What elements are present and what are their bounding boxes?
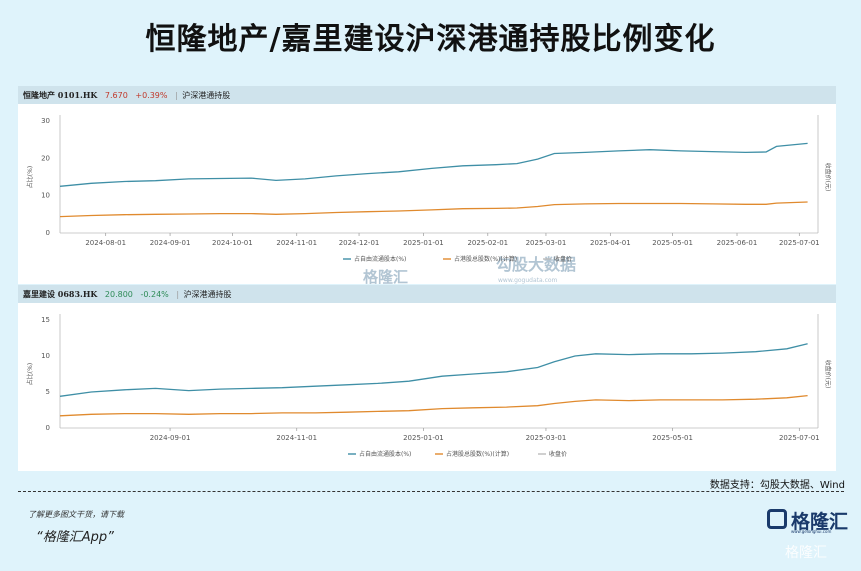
- y2-axis-title: 收盘价(元): [824, 163, 832, 192]
- x-tick-label: 2024-08-01: [85, 239, 126, 247]
- y-tick-label: 30: [41, 117, 50, 125]
- y-axis-title: 占比(%): [26, 363, 34, 385]
- line-chart-2: 0 5 10 15 占比(%) 收盘价(元) 2024-09-01 2024-11-01 202…: [26, 314, 832, 458]
- x-tick-label: 2025-06-01: [717, 239, 758, 247]
- panel-header: 恒隆地产 0101.HK 7.670 +0.39% | 沪深港通持股: [18, 86, 836, 104]
- series-line: [59, 142, 808, 187]
- series-line: [59, 201, 808, 218]
- stock-name: 嘉里建设 0683.HK: [23, 289, 98, 299]
- legend-label: 收盘价: [554, 255, 572, 263]
- divider-bar: |: [175, 91, 178, 100]
- stock-price: 7.670: [104, 91, 128, 100]
- y-tick-label: 0: [46, 229, 50, 237]
- page-title: 恒隆地产/嘉里建设沪深港通持股比例变化: [145, 22, 716, 57]
- y-tick-label: 10: [41, 352, 50, 360]
- chart-panel-1: 恒隆地产 0101.HK 7.670 +0.39% | 沪深港通持股 格隆汇ww…: [18, 86, 836, 284]
- stock-name: 恒隆地产 0101.HK: [23, 90, 98, 100]
- y-tick-label: 15: [41, 316, 50, 324]
- x-tick-label: 2025-05-01: [652, 239, 693, 247]
- corner-watermark: 格隆汇: [785, 545, 827, 561]
- footer-prompt: 了解更多图文干货，请下载: [28, 510, 124, 519]
- series-line: [59, 343, 808, 397]
- footer-divider: [18, 491, 844, 492]
- x-tick-label: 2025-05-01: [652, 434, 693, 442]
- series-line: [59, 394, 808, 417]
- x-tick-label: 2024-12-01: [339, 239, 380, 247]
- x-tick-label: 2025-03-01: [526, 434, 567, 442]
- x-tick-label: 2024-09-01: [150, 434, 191, 442]
- y-tick-label: 10: [41, 192, 50, 200]
- data-source: 数据支持：勾股大数据、Wind: [709, 480, 845, 491]
- divider-bar: |: [176, 290, 180, 299]
- x-tick-label: 2025-03-01: [526, 239, 567, 247]
- stock-change: -0.24%: [140, 290, 169, 299]
- y-axis-title: 占比(%): [26, 166, 34, 188]
- y-tick-label: 20: [41, 154, 50, 162]
- legend-label: 占港股总股数(%)(计算): [446, 450, 509, 458]
- panel-tag: 沪深港通持股: [182, 91, 231, 100]
- chart-panel-2: 嘉里建设 0683.HK 20.800 -0.24% | 沪深港通持股 0 5 10…: [18, 285, 836, 471]
- x-tick-label: 2024-11-01: [276, 239, 317, 247]
- logo-url: www.gelonghui.com: [791, 529, 832, 534]
- x-tick-label: 2025-04-01: [590, 239, 631, 247]
- y-tick-label: 5: [46, 388, 50, 396]
- x-tick-label: 2024-09-01: [150, 239, 191, 247]
- panel-header: 嘉里建设 0683.HK 20.800 -0.24% | 沪深港通持股: [18, 285, 836, 303]
- x-tick-label: 2025-02-01: [467, 239, 508, 247]
- brand-logo: 格隆汇 www.gelonghui.com: [767, 507, 849, 535]
- stock-change: +0.39%: [135, 91, 168, 100]
- stock-price: 20.800: [104, 290, 133, 299]
- x-tick-label: 2025-01-01: [403, 239, 444, 247]
- x-tick-label: 2024-10-01: [212, 239, 253, 247]
- x-tick-label: 2025-07-01: [779, 434, 820, 442]
- watermark-left: 格隆汇: [363, 268, 408, 284]
- x-tick-label: 2024-11-01: [276, 434, 317, 442]
- x-tick-label: 2025-07-01: [779, 239, 820, 247]
- legend-label: 占自由流通股本(%): [359, 450, 411, 458]
- legend-label: 收盘价: [549, 450, 567, 458]
- legend-label: 占港股总股数(%)(计算): [454, 255, 517, 263]
- y-tick-label: 0: [46, 424, 50, 432]
- line-chart-1: 格隆汇www.gelonghui.com勾股大数据www.gogudata.co…: [26, 115, 832, 284]
- panel-tag: 沪深港通持股: [183, 290, 232, 299]
- y2-axis-title: 收盘价(元): [824, 360, 832, 389]
- logo-g-icon: [767, 509, 787, 529]
- watermark-right-url: www.gogudata.com: [498, 277, 558, 284]
- legend-label: 占自由流通股本(%): [354, 255, 406, 263]
- x-tick-label: 2025-01-01: [403, 434, 444, 442]
- footer-app-name: “格隆汇App”: [36, 530, 114, 545]
